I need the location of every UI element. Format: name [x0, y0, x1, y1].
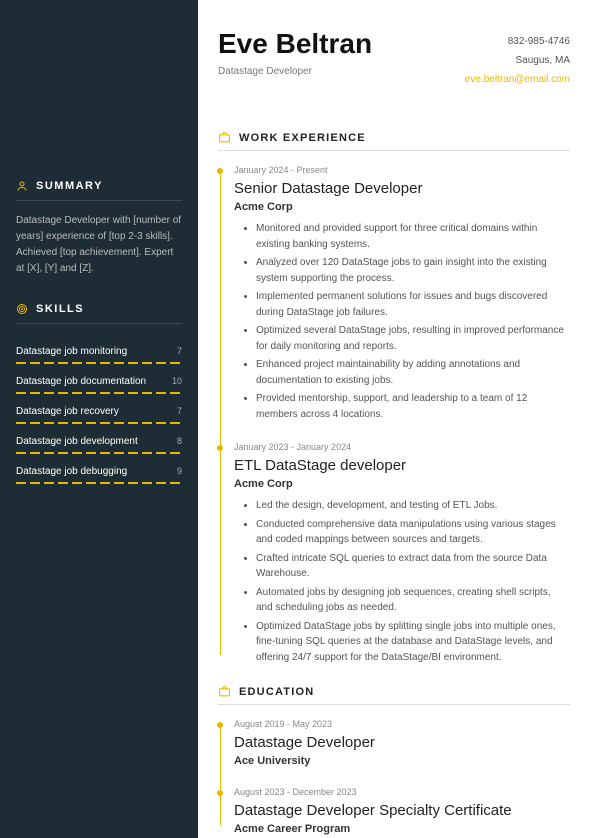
skill-score: 8 — [177, 436, 182, 446]
identity: Eve Beltran Datastage Developer — [218, 28, 372, 89]
skill-item: Datastage job debugging 9 — [16, 456, 182, 482]
bullet-item: Crafted intricate SQL queries to extract… — [256, 551, 570, 582]
location: Saugus, MA — [465, 51, 570, 70]
main-content: Eve Beltran Datastage Developer 832-985-… — [198, 0, 594, 838]
bullet-item: Optimized several DataStage jobs, result… — [256, 323, 570, 354]
phone: 832-985-4746 — [465, 32, 570, 51]
skill-bar — [16, 362, 182, 364]
date-range: August 2019 - May 2023 — [234, 719, 570, 729]
date-range: August 2023 - December 2023 — [234, 787, 570, 797]
skill-item: Datastage job recovery 7 — [16, 396, 182, 422]
skill-score: 7 — [177, 406, 182, 416]
item-subtitle: Acme Corp — [234, 478, 570, 490]
item-title: Senior Datastage Developer — [234, 180, 570, 197]
skill-score: 7 — [177, 346, 182, 356]
timeline-item: January 2024 - Present Senior Datastage D… — [234, 165, 570, 422]
bullet-item: Implemented permanent solutions for issu… — [256, 289, 570, 320]
work-heading: WORK EXPERIENCE — [218, 131, 570, 151]
work-heading-text: WORK EXPERIENCE — [239, 132, 366, 144]
bullet-item: Optimized DataStage jobs by splitting si… — [256, 619, 570, 666]
work-timeline: January 2024 - Present Senior Datastage D… — [218, 165, 570, 665]
skill-item: Datastage job documentation 10 — [16, 366, 182, 392]
summary-text: Datastage Developer with [number of year… — [16, 213, 182, 277]
timeline-item: August 2023 - December 2023 Datastage Dev… — [234, 787, 570, 835]
bullet-item: Conducted comprehensive data manipulatio… — [256, 517, 570, 548]
role: Datastage Developer — [218, 66, 372, 77]
timeline-item: August 2019 - May 2023 Datastage Develope… — [234, 719, 570, 767]
skill-bar — [16, 452, 182, 454]
briefcase-icon — [218, 131, 231, 144]
skill-label: Datastage job recovery — [16, 406, 119, 417]
contact: 832-985-4746 Saugus, MA eve.beltran@emai… — [465, 28, 570, 89]
education-heading: EDUCATION — [218, 685, 570, 705]
summary-heading-text: SUMMARY — [36, 180, 103, 192]
item-title: Datastage Developer — [234, 734, 570, 751]
briefcase-icon — [218, 685, 231, 698]
skills-heading: SKILLS — [16, 303, 182, 324]
skill-score: 9 — [177, 466, 182, 476]
bullet-list: Led the design, development, and testing… — [234, 498, 570, 665]
item-title: ETL DataStage developer — [234, 457, 570, 474]
skill-label: Datastage job development — [16, 436, 138, 447]
skill-score: 10 — [172, 376, 182, 386]
skill-bar — [16, 482, 182, 484]
skills-list: Datastage job monitoring 7 Datastage job d… — [16, 336, 182, 484]
skill-item: Datastage job monitoring 7 — [16, 336, 182, 362]
skill-label: Datastage job documentation — [16, 376, 146, 387]
bullet-list: Monitored and provided support for three… — [234, 221, 570, 422]
skills-heading-text: SKILLS — [36, 303, 84, 315]
item-subtitle: Acme Career Program — [234, 823, 570, 835]
skill-label: Datastage job monitoring — [16, 346, 127, 357]
email[interactable]: eve.beltran@email.com — [465, 70, 570, 89]
bullet-item: Provided mentorship, support, and leader… — [256, 391, 570, 422]
bullet-item: Analyzed over 120 DataStage jobs to gain… — [256, 255, 570, 286]
skill-item: Datastage job development 8 — [16, 426, 182, 452]
item-subtitle: Acme Corp — [234, 201, 570, 213]
bullet-item: Automated jobs by designing job sequence… — [256, 585, 570, 616]
education-heading-text: EDUCATION — [239, 686, 314, 698]
bullet-item: Enhanced project maintainability by addi… — [256, 357, 570, 388]
person-icon — [16, 180, 28, 192]
education-timeline: August 2019 - May 2023 Datastage Develope… — [218, 719, 570, 835]
item-title: Datastage Developer Specialty Certificat… — [234, 802, 570, 819]
skill-bar — [16, 422, 182, 424]
skill-label: Datastage job debugging — [16, 466, 127, 477]
skill-bar — [16, 392, 182, 394]
bullet-item: Led the design, development, and testing… — [256, 498, 570, 514]
date-range: January 2024 - Present — [234, 165, 570, 175]
bullet-item: Monitored and provided support for three… — [256, 221, 570, 252]
sidebar: SUMMARY Datastage Developer with [number… — [0, 0, 198, 838]
item-subtitle: Ace University — [234, 755, 570, 767]
target-icon — [16, 303, 28, 315]
name: Eve Beltran — [218, 28, 372, 60]
date-range: January 2023 - January 2024 — [234, 442, 570, 452]
timeline-item: January 2023 - January 2024 ETL DataStage… — [234, 442, 570, 665]
header: Eve Beltran Datastage Developer 832-985-… — [218, 28, 570, 89]
summary-heading: SUMMARY — [16, 180, 182, 201]
